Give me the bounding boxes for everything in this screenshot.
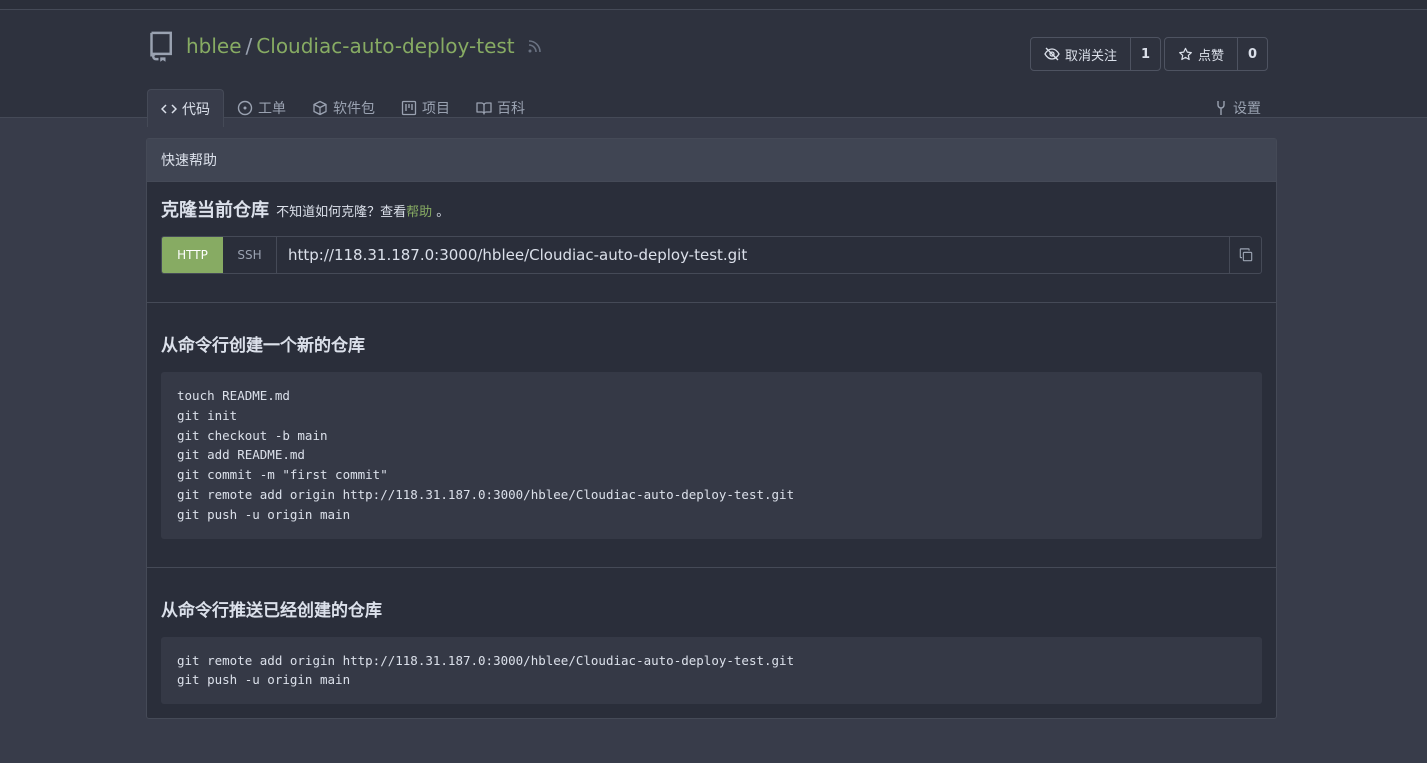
star-count[interactable]: 0 — [1237, 38, 1267, 70]
copy-button[interactable] — [1229, 237, 1261, 273]
new-repo-section: 从命令行创建一个新的仓库 touch README.md git init gi… — [147, 303, 1276, 568]
rss-icon[interactable] — [527, 38, 543, 54]
watch-button-group: 取消关注 1 — [1030, 37, 1162, 71]
quick-help-panel: 快速帮助 克隆当前仓库 不知道如何克隆？查看帮助 。 HTTP SSH 从命令行… — [146, 138, 1277, 720]
http-button[interactable]: HTTP — [162, 237, 223, 273]
clone-url-input[interactable] — [277, 237, 1229, 273]
tab-settings[interactable]: 设置 — [1214, 89, 1261, 127]
repo-icon — [150, 31, 172, 62]
star-label: 点赞 — [1198, 48, 1225, 64]
book-icon — [476, 102, 492, 115]
quick-help-header: 快速帮助 — [147, 139, 1276, 182]
code-line: git push -u origin main — [177, 672, 351, 688]
watch-count[interactable]: 1 — [1130, 38, 1160, 70]
clone-help-link[interactable]: 帮助 — [406, 205, 432, 220]
repo-title: hblee / Cloudiac-auto-deploy-test — [148, 29, 543, 63]
code-icon — [161, 103, 177, 114]
repo-name-link[interactable]: Cloudiac-auto-deploy-test — [256, 34, 514, 58]
code-line: git checkout -b main — [177, 427, 328, 443]
eye-closed-icon — [1044, 47, 1060, 61]
star-button[interactable]: 点赞 — [1165, 38, 1237, 70]
tab-projects-label: 项目 — [422, 101, 450, 117]
clone-note: 不知道如何克隆？查看帮助 。 — [276, 205, 449, 220]
repo-separator: / — [245, 34, 253, 58]
star-button-group: 点赞 0 — [1164, 37, 1269, 71]
repo-header: hblee / Cloudiac-auto-deploy-test 取消关注 1… — [0, 10, 1427, 127]
push-existing-title: 从命令行推送已经创建的仓库 — [161, 600, 382, 621]
issue-icon — [237, 100, 253, 116]
unwatch-label: 取消关注 — [1065, 48, 1118, 64]
tab-code[interactable]: 代码 — [147, 89, 224, 127]
code-line: git remote add origin http://118.31.187.… — [177, 486, 795, 502]
push-existing-code-block: git remote add origin http://118.31.187.… — [161, 636, 1262, 705]
clone-section: 克隆当前仓库 不知道如何克隆？查看帮助 。 HTTP SSH — [147, 182, 1276, 303]
tools-icon — [1217, 101, 1225, 115]
tab-issues-label: 工单 — [258, 101, 286, 117]
new-repo-title: 从命令行创建一个新的仓库 — [161, 336, 365, 356]
clone-note-end: 。 — [436, 205, 450, 220]
top-bar — [0, 0, 1427, 10]
ssh-button[interactable]: SSH — [223, 237, 277, 273]
tab-projects[interactable]: 项目 — [388, 89, 463, 127]
code-line: git commit -m "first commit" — [177, 467, 388, 483]
repo-owner-link[interactable]: hblee — [186, 34, 242, 58]
star-icon — [1179, 47, 1192, 60]
tab-wiki[interactable]: 百科 — [463, 89, 538, 127]
unwatch-button[interactable]: 取消关注 — [1031, 38, 1130, 70]
tab-wiki-label: 百科 — [497, 101, 525, 117]
settings-label: 设置 — [1233, 101, 1261, 117]
code-line: git init — [177, 407, 238, 423]
tab-packages[interactable]: 软件包 — [299, 89, 388, 127]
project-icon — [401, 100, 417, 116]
copy-icon — [1239, 248, 1252, 262]
package-icon — [313, 100, 327, 116]
clone-note-text: 不知道如何克隆？查看 — [276, 205, 407, 220]
push-existing-section: 从命令行推送已经创建的仓库 git remote add origin http… — [147, 568, 1276, 719]
new-repo-code-block: touch README.md git init git checkout -b… — [161, 372, 1262, 539]
tab-packages-label: 软件包 — [333, 101, 375, 117]
tab-code-label: 代码 — [182, 101, 210, 118]
code-line: git push -u origin main — [177, 506, 351, 522]
code-line: touch README.md — [177, 388, 290, 403]
repo-tabs: 代码 工单 软件包 项目 百科 — [147, 89, 538, 127]
code-line: git remote add origin http://118.31.187.… — [177, 652, 795, 668]
tab-issues[interactable]: 工单 — [224, 89, 299, 127]
code-line: git add README.md — [177, 447, 305, 463]
clone-url-bar: HTTP SSH — [161, 236, 1262, 274]
clone-title: 克隆当前仓库 — [161, 200, 269, 221]
